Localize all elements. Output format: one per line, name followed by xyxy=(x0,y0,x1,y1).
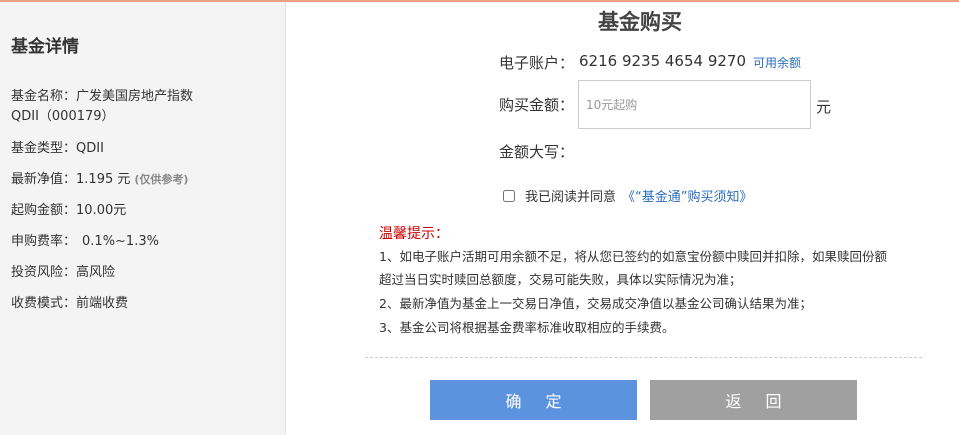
capital-amount-label: 金额大写： xyxy=(499,143,575,161)
fee-label: 申购费率： xyxy=(11,234,77,249)
agreement-link[interactable]: 《“基金通”购买须知》 xyxy=(622,186,752,205)
fund-type-value: QDII xyxy=(76,141,104,156)
risk-value: 高风险 xyxy=(76,265,116,280)
fee-value: 0.1%~1.3% xyxy=(82,234,159,249)
tip-1-line-2: 超过当日实时赎回总额度，交易可能失败，具体以实际情况为准； xyxy=(379,272,742,287)
charge-row: 收费模式：前端收费 xyxy=(11,294,128,314)
min-purchase-value: 10.00元 xyxy=(76,203,127,218)
back-button[interactable]: 返回 xyxy=(650,380,857,420)
agreement-row: 我已阅读并同意 《“基金通”购买须知》 xyxy=(503,186,753,205)
nav-value: 1.195 元 xyxy=(76,172,131,187)
nav-hint: (仅供参考) xyxy=(134,173,189,186)
fund-detail-sidebar: 基金详情 基金名称：广发美国房地产指数 QDII（000179） 基金类型：QD… xyxy=(0,2,286,435)
tips-title: 温馨提示： xyxy=(379,226,449,242)
nav-label: 最新净值： xyxy=(11,172,77,187)
risk-label: 投资风险： xyxy=(11,265,77,280)
sidebar-title: 基金详情 xyxy=(11,37,79,57)
nav-row: 最新净值：1.195 元 (仅供参考) xyxy=(11,170,188,190)
fee-row: 申购费率： 0.1%~1.3% xyxy=(11,232,159,252)
fund-code-row: QDII（000179） xyxy=(11,107,115,127)
tip-2: 2、最新净值为基金上一交易日净值，交易成交净值以基金公司确认结果为准； xyxy=(379,296,812,311)
fund-name-row: 基金名称：广发美国房地产指数 xyxy=(11,87,193,107)
account-number: 6216 9235 4654 9270 xyxy=(579,52,746,70)
confirm-button[interactable]: 确定 xyxy=(430,380,637,420)
fund-name-value: 广发美国房地产指数 xyxy=(76,89,194,104)
fund-name-label: 基金名称： xyxy=(11,89,77,104)
min-purchase-label: 起购金额： xyxy=(11,203,77,218)
amount-label: 购买金额： xyxy=(499,96,575,114)
agreement-checkbox[interactable] xyxy=(503,189,515,202)
fund-type-label: 基金类型： xyxy=(11,141,77,156)
dashed-divider xyxy=(365,357,922,358)
page-title: 基金购买 xyxy=(598,10,682,34)
tip-1-line-1: 1、如电子账户活期可用余额不足，将从您已签约的如意宝份额中赎回并扣除，如果赎回份… xyxy=(379,249,887,264)
agreement-text: 我已阅读并同意 xyxy=(525,190,617,205)
tip-3: 3、基金公司将根据基金费率标准收取相应的手续费。 xyxy=(379,320,675,335)
risk-row: 投资风险：高风险 xyxy=(11,263,115,283)
charge-label: 收费模式： xyxy=(11,296,77,311)
account-label: 电子账户： xyxy=(499,54,575,72)
fund-type-row: 基金类型：QDII xyxy=(11,139,104,159)
amount-input[interactable] xyxy=(578,80,811,129)
amount-unit: 元 xyxy=(816,98,832,116)
fund-code-value: QDII（000179） xyxy=(11,109,115,124)
min-purchase-row: 起购金额：10.00元 xyxy=(11,201,126,221)
charge-value: 前端收费 xyxy=(76,296,129,311)
available-balance-link[interactable]: 可用余额 xyxy=(753,54,801,71)
